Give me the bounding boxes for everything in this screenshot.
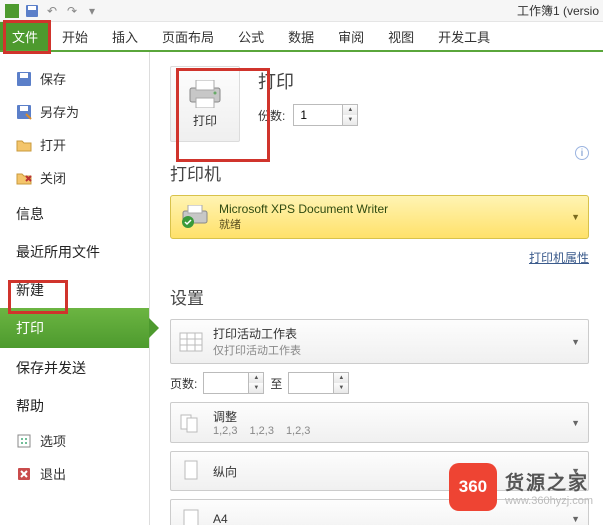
undo-icon[interactable]: ↶ (44, 3, 60, 19)
ribbon-tab-5[interactable]: 数据 (276, 22, 326, 50)
app-icon (4, 3, 20, 19)
printer-properties-link[interactable]: 打印机属性 (529, 251, 589, 265)
page-from-input[interactable] (204, 373, 248, 393)
printer-icon (187, 80, 223, 108)
pages-to-label: 至 (270, 375, 282, 392)
sidebar-item-label: 保存 (40, 69, 66, 88)
sidebar-item-open[interactable]: 打开 (0, 128, 149, 161)
collate-values: 1,2,31,2,31,2,3 (213, 425, 310, 437)
sidebar-section-2[interactable]: 新建 (0, 270, 149, 308)
printer-selector[interactable]: Microsoft XPS Document Writer 就绪 ▼ (170, 195, 589, 239)
backstage-sidebar: 保存另存为打开关闭信息最近所用文件新建打印保存并发送帮助选项退出 (0, 52, 150, 525)
spinner-up-icon[interactable]: ▲ (334, 373, 348, 383)
spinner-down-icon[interactable]: ▼ (334, 383, 348, 393)
copies-label: 份数: (258, 107, 285, 124)
watermark-title: 货源之家 (505, 468, 593, 495)
printer-section-heading: 打印机 (170, 160, 589, 185)
sidebar-section-0[interactable]: 信息 (0, 194, 149, 232)
sidebar-section-1[interactable]: 最近所用文件 (0, 232, 149, 270)
page-range-row: 页数: ▲▼ 至 ▲▼ (170, 372, 589, 394)
collate-title: 调整 (213, 408, 310, 425)
sidebar-section-3[interactable]: 打印 (0, 308, 149, 348)
ribbon-tab-7[interactable]: 视图 (376, 22, 426, 50)
chevron-down-icon: ▼ (571, 418, 580, 428)
page-from-spinner[interactable]: ▲▼ (203, 372, 264, 394)
scope-title: 打印活动工作表 (213, 325, 301, 342)
close-icon (16, 170, 32, 186)
collate-icon (179, 411, 203, 435)
ribbon-tab-3[interactable]: 页面布局 (150, 22, 226, 50)
watermark-url: www.360hyzj.com (505, 495, 593, 507)
print-content: 打印 打印 份数: ▲▼ i 打印机 Microsoft XPS D (150, 52, 603, 525)
ribbon-tabs: 文件开始插入页面布局公式数据审阅视图开发工具 (0, 22, 603, 52)
spinner-down-icon[interactable]: ▼ (249, 383, 263, 393)
sidebar-item-label: 退出 (40, 464, 66, 483)
saveas-icon (16, 104, 32, 120)
orientation-title: 纵向 (213, 463, 237, 480)
paper-title: A4 (213, 512, 228, 525)
copies-input[interactable] (294, 105, 342, 125)
sidebar-item-close[interactable]: 关闭 (0, 161, 149, 194)
sidebar-section-4[interactable]: 保存并发送 (0, 348, 149, 386)
ribbon-tab-2[interactable]: 插入 (100, 22, 150, 50)
spinner-up-icon[interactable]: ▲ (343, 105, 357, 115)
portrait-icon (179, 459, 203, 483)
scope-subtitle: 仅打印活动工作表 (213, 342, 301, 358)
save-icon[interactable] (24, 3, 40, 19)
qat-dropdown-icon[interactable]: ▾ (84, 3, 100, 19)
ribbon-tab-8[interactable]: 开发工具 (426, 22, 502, 50)
quick-access-toolbar: ↶ ↷ ▾ (0, 0, 603, 22)
paper-icon (179, 507, 203, 525)
main-area: 保存另存为打开关闭信息最近所用文件新建打印保存并发送帮助选项退出 打印 打印 份… (0, 52, 603, 525)
print-heading: 打印 (258, 68, 358, 94)
watermark: 360 货源之家 www.360hyzj.com (449, 463, 593, 511)
sidebar-item-save[interactable]: 保存 (0, 62, 149, 95)
worksheet-icon (179, 330, 203, 354)
page-to-input[interactable] (289, 373, 333, 393)
window-title: 工作簿1 (versio (517, 2, 599, 19)
sidebar-item-saveas[interactable]: 另存为 (0, 95, 149, 128)
chevron-down-icon: ▼ (571, 337, 580, 347)
info-icon[interactable]: i (575, 146, 589, 160)
sidebar-item-exit[interactable]: 退出 (0, 457, 149, 490)
print-button[interactable]: 打印 (170, 66, 240, 142)
copies-spinner[interactable]: ▲▼ (293, 104, 358, 126)
sidebar-section-5[interactable]: 帮助 (0, 386, 149, 424)
printer-ready-icon (181, 205, 209, 229)
sidebar-item-label: 选项 (40, 431, 66, 450)
printer-name: Microsoft XPS Document Writer (219, 202, 388, 216)
page-to-spinner[interactable]: ▲▼ (288, 372, 349, 394)
save-icon (16, 71, 32, 87)
sidebar-item-label: 打开 (40, 135, 66, 154)
sidebar-item-label: 另存为 (40, 102, 79, 121)
ribbon-tab-1[interactable]: 开始 (50, 22, 100, 50)
options-icon (16, 433, 32, 449)
collate-selector[interactable]: 调整 1,2,31,2,31,2,3 ▼ (170, 402, 589, 443)
ribbon-tab-6[interactable]: 审阅 (326, 22, 376, 50)
spinner-down-icon[interactable]: ▼ (343, 115, 357, 125)
chevron-down-icon: ▼ (571, 514, 580, 524)
watermark-badge: 360 (449, 463, 497, 511)
print-button-label: 打印 (193, 112, 217, 129)
sidebar-item-options[interactable]: 选项 (0, 424, 149, 457)
sidebar-item-label: 关闭 (40, 168, 66, 187)
print-scope-selector[interactable]: 打印活动工作表 仅打印活动工作表 ▼ (170, 319, 589, 364)
ribbon-tab-0[interactable]: 文件 (0, 22, 50, 50)
printer-status: 就绪 (219, 216, 388, 232)
open-icon (16, 137, 32, 153)
spinner-up-icon[interactable]: ▲ (249, 373, 263, 383)
pages-label: 页数: (170, 375, 197, 392)
chevron-down-icon: ▼ (571, 212, 580, 222)
exit-icon (16, 466, 32, 482)
settings-heading: 设置 (170, 284, 589, 309)
redo-icon[interactable]: ↷ (64, 3, 80, 19)
ribbon-tab-4[interactable]: 公式 (226, 22, 276, 50)
